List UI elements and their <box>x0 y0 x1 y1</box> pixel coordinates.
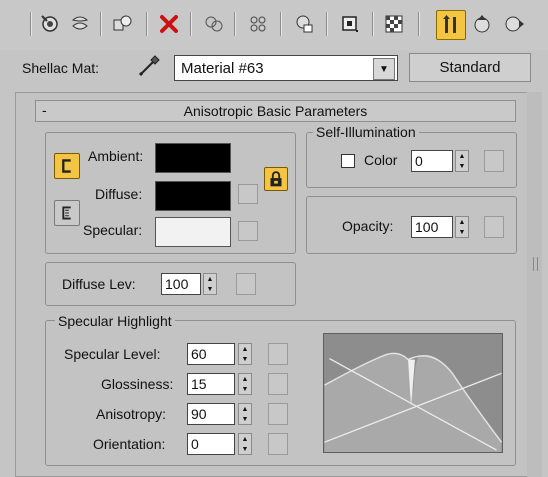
specular-level-spinner[interactable]: ▲ ▼ <box>238 343 252 365</box>
panel-scrollbar[interactable] <box>527 92 542 477</box>
diffuse-level-map-button[interactable] <box>236 273 256 295</box>
specular-level-label: Specular Level: <box>64 346 161 362</box>
orientation-input[interactable]: 0 <box>187 433 235 455</box>
orientation-label: Orientation: <box>93 436 166 452</box>
opacity-input[interactable]: 100 <box>411 216 453 238</box>
opacity-map-button[interactable] <box>484 216 504 238</box>
material-id-icon[interactable] <box>290 10 318 38</box>
toolbar-separator <box>100 12 102 36</box>
specular-color-swatch[interactable] <box>155 217 231 247</box>
anisotropy-spinner[interactable]: ▲ ▼ <box>238 403 252 425</box>
highlight-graph <box>323 333 503 453</box>
toolbar-separator <box>372 12 374 36</box>
orientation-spinner[interactable]: ▲ ▼ <box>238 433 252 455</box>
diffuse-level-spinner[interactable]: ▲ ▼ <box>203 273 217 295</box>
toolbar-separator <box>234 12 236 36</box>
anisotropy-input[interactable]: 90 <box>187 403 235 425</box>
self-illum-map-button[interactable] <box>484 150 504 172</box>
opacity-spinner[interactable]: ▲ ▼ <box>455 216 469 238</box>
specular-highlight-title: Specular Highlight <box>55 313 175 329</box>
show-map-icon[interactable] <box>336 10 364 38</box>
material-editor-toolbar <box>0 0 548 50</box>
material-type-button[interactable]: Standard <box>409 53 531 82</box>
glossiness-map-button[interactable] <box>268 373 288 395</box>
go-forward-sibling-icon[interactable] <box>500 10 528 38</box>
specular-label: Specular: <box>83 222 143 238</box>
glossiness-label: Glossiness: <box>101 376 174 392</box>
self-illumination-title: Self-Illumination <box>313 124 419 140</box>
self-illum-color-checkbox[interactable] <box>341 154 355 168</box>
orientation-map-button[interactable] <box>268 433 288 455</box>
diffuse-color-swatch[interactable] <box>155 181 231 211</box>
diffuse-level-label: Diffuse Lev: <box>62 276 136 292</box>
toolbar-separator <box>190 12 192 36</box>
diffuse-label: Diffuse: <box>95 186 143 202</box>
diffuse-level-input[interactable]: 100 <box>161 273 201 295</box>
diffuse-map-button[interactable] <box>238 184 258 204</box>
put-to-scene-icon[interactable] <box>66 10 94 38</box>
show-end-result-icon[interactable] <box>436 10 466 40</box>
rollout-header[interactable]: - Anisotropic Basic Parameters <box>35 100 516 122</box>
pick-material-icon[interactable] <box>36 10 64 38</box>
specular-map-button[interactable] <box>238 221 258 241</box>
put-to-library-icon[interactable] <box>244 10 272 38</box>
specular-level-input[interactable]: 60 <box>187 343 235 365</box>
rollout-title: Anisotropic Basic Parameters <box>183 103 368 119</box>
ambient-label: Ambient: <box>88 148 144 164</box>
self-illum-value-input[interactable]: 0 <box>411 150 453 172</box>
go-to-parent-icon[interactable] <box>468 10 496 38</box>
toolbar-separator <box>280 12 282 36</box>
delete-icon[interactable] <box>155 10 183 38</box>
toolbar-separator <box>146 12 148 36</box>
eyedropper-icon[interactable] <box>135 52 163 80</box>
glossiness-input[interactable]: 15 <box>187 373 235 395</box>
ambient-color-swatch[interactable] <box>155 143 231 173</box>
glossiness-spinner[interactable]: ▲ ▼ <box>238 373 252 395</box>
lock-diffuse-specular-button[interactable] <box>54 200 80 226</box>
lock-icon[interactable] <box>264 167 288 191</box>
highlight-curve-icon <box>324 334 503 452</box>
material-name: Material #63 <box>181 60 264 77</box>
self-illum-spinner[interactable]: ▲ ▼ <box>455 150 469 172</box>
toolbar-separator <box>30 12 32 36</box>
toolbar-separator <box>326 12 328 36</box>
specular-level-map-button[interactable] <box>268 343 288 365</box>
material-name-field[interactable]: Material #63 ▼ <box>174 55 398 81</box>
lock-ambient-diffuse-button[interactable] <box>54 153 80 179</box>
assign-material-icon[interactable] <box>108 10 136 38</box>
chevron-down-icon[interactable]: ▼ <box>373 58 395 80</box>
make-unique-icon[interactable] <box>200 10 228 38</box>
toolbar-separator <box>418 12 420 36</box>
material-label: Shellac Mat: <box>22 60 100 76</box>
self-illum-color-label: Color <box>364 152 398 168</box>
background-icon[interactable] <box>380 10 408 38</box>
anisotropy-map-button[interactable] <box>268 403 288 425</box>
opacity-label: Opacity: <box>342 218 394 234</box>
anisotropy-label: Anisotropy: <box>96 406 167 422</box>
